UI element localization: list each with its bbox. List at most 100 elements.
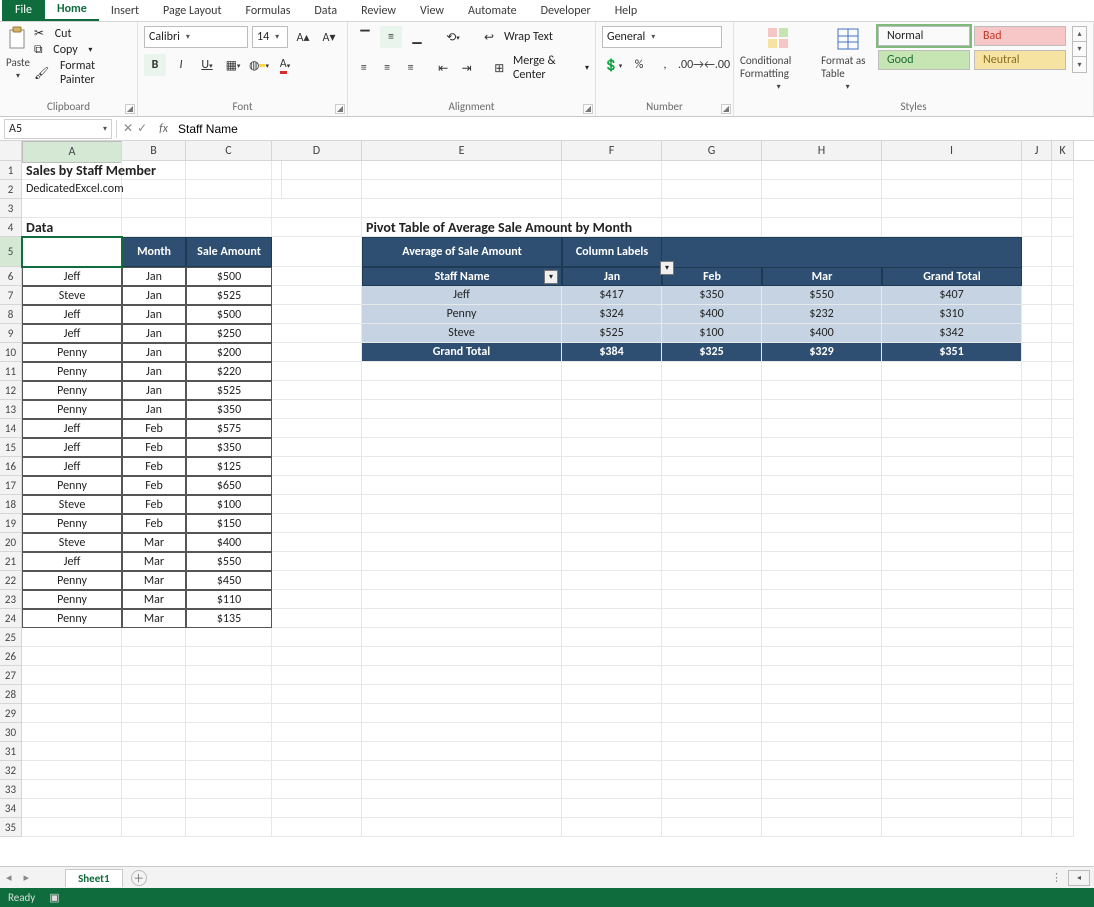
tab-insert[interactable]: Insert xyxy=(99,1,151,21)
cell[interactable] xyxy=(562,723,662,742)
cell[interactable] xyxy=(882,666,1022,685)
cell[interactable]: $407 xyxy=(882,286,1022,305)
cell[interactable] xyxy=(662,647,762,666)
underline-button[interactable]: U▾ xyxy=(196,54,218,76)
cell[interactable] xyxy=(22,666,122,685)
cell[interactable] xyxy=(882,704,1022,723)
align-right-button[interactable]: ≡ xyxy=(401,57,420,79)
style-bad[interactable]: Bad xyxy=(974,26,1066,46)
cell[interactable]: $135 xyxy=(186,609,272,628)
cell[interactable] xyxy=(272,571,362,590)
cell[interactable] xyxy=(1052,761,1074,780)
tab-data[interactable]: Data xyxy=(302,1,349,21)
cell[interactable] xyxy=(882,818,1022,837)
cell[interactable] xyxy=(1022,457,1052,476)
row-header[interactable]: 25 xyxy=(0,628,22,647)
row-header[interactable]: 28 xyxy=(0,685,22,704)
cell[interactable] xyxy=(362,533,562,552)
row-header[interactable]: 10 xyxy=(0,343,22,362)
number-format-select[interactable]: General▾ xyxy=(602,26,722,48)
cell[interactable] xyxy=(22,704,122,723)
cell[interactable] xyxy=(1052,571,1074,590)
cell[interactable] xyxy=(1052,180,1074,199)
cell[interactable]: Jeff xyxy=(362,286,562,305)
font-size-select[interactable]: 14▾ xyxy=(252,26,288,48)
cell[interactable] xyxy=(272,723,362,742)
cell[interactable] xyxy=(562,590,662,609)
row-header[interactable]: 26 xyxy=(0,647,22,666)
tab-help[interactable]: Help xyxy=(603,1,650,21)
cell[interactable]: Mar xyxy=(122,609,186,628)
cell[interactable] xyxy=(562,704,662,723)
cell[interactable] xyxy=(1022,476,1052,495)
style-neutral[interactable]: Neutral xyxy=(974,50,1066,70)
cell[interactable] xyxy=(272,381,362,400)
cell[interactable] xyxy=(1022,609,1052,628)
cell[interactable] xyxy=(1052,199,1074,218)
cell[interactable]: $329 xyxy=(762,343,882,362)
cell[interactable]: Sale Amount xyxy=(186,237,272,267)
cell[interactable] xyxy=(272,218,362,237)
align-top-button[interactable]: ▔ xyxy=(354,26,376,48)
cell[interactable] xyxy=(186,218,272,237)
row-header[interactable]: 16 xyxy=(0,457,22,476)
cell[interactable]: Penny xyxy=(22,362,122,381)
cell[interactable]: Mar xyxy=(122,533,186,552)
cell[interactable] xyxy=(882,552,1022,571)
cell[interactable] xyxy=(662,419,762,438)
cell[interactable] xyxy=(762,419,882,438)
row-header[interactable]: 27 xyxy=(0,666,22,685)
cell[interactable] xyxy=(362,199,562,218)
cell[interactable]: Mar xyxy=(122,590,186,609)
row-header[interactable]: 7 xyxy=(0,286,22,305)
cell[interactable]: Penny xyxy=(22,343,122,362)
cell[interactable] xyxy=(1052,400,1074,419)
cell[interactable] xyxy=(22,723,122,742)
cell[interactable] xyxy=(882,180,1022,199)
cell[interactable] xyxy=(122,199,186,218)
cell[interactable]: $400 xyxy=(762,324,882,343)
cell[interactable] xyxy=(1052,685,1074,704)
cell[interactable] xyxy=(362,161,562,180)
cell[interactable] xyxy=(1022,438,1052,457)
borders-button[interactable]: ▦▾ xyxy=(222,54,244,76)
format-painter-button[interactable]: 🖌 Format Painter xyxy=(34,59,131,87)
cell[interactable] xyxy=(272,742,362,761)
cell[interactable] xyxy=(186,685,272,704)
row-header[interactable]: 13 xyxy=(0,400,22,419)
percent-button[interactable]: % xyxy=(628,54,650,76)
cell[interactable] xyxy=(362,590,562,609)
fill-color-button[interactable]: ◍▾ xyxy=(248,54,270,76)
cell[interactable] xyxy=(272,799,362,818)
column-header[interactable]: D xyxy=(272,141,362,160)
cell[interactable] xyxy=(186,723,272,742)
cell[interactable] xyxy=(362,799,562,818)
cell[interactable] xyxy=(1022,267,1052,286)
cell[interactable]: $500 xyxy=(186,267,272,286)
cell[interactable]: DedicatedExcel.com xyxy=(22,180,282,199)
cell[interactable] xyxy=(662,400,762,419)
paste-button[interactable]: Paste▾ xyxy=(6,26,30,81)
cell[interactable] xyxy=(1022,362,1052,381)
cell[interactable] xyxy=(662,381,762,400)
cell[interactable] xyxy=(762,799,882,818)
cell[interactable] xyxy=(1022,343,1052,362)
selected-cell[interactable] xyxy=(22,237,122,267)
cell[interactable] xyxy=(272,628,362,647)
cell[interactable] xyxy=(272,419,362,438)
cell[interactable] xyxy=(562,685,662,704)
cell[interactable] xyxy=(122,761,186,780)
cell[interactable]: Jeff xyxy=(22,552,122,571)
cell[interactable] xyxy=(762,723,882,742)
accounting-format-button[interactable]: 💲▾ xyxy=(602,54,624,76)
name-box[interactable]: A5▾ xyxy=(4,119,112,139)
cell[interactable] xyxy=(762,161,882,180)
cell[interactable] xyxy=(22,628,122,647)
cell[interactable] xyxy=(1052,495,1074,514)
cell[interactable] xyxy=(1022,742,1052,761)
cell[interactable] xyxy=(122,666,186,685)
cell[interactable] xyxy=(762,476,882,495)
cell[interactable]: $525 xyxy=(562,324,662,343)
row-header[interactable]: 11 xyxy=(0,362,22,381)
cell[interactable] xyxy=(762,742,882,761)
